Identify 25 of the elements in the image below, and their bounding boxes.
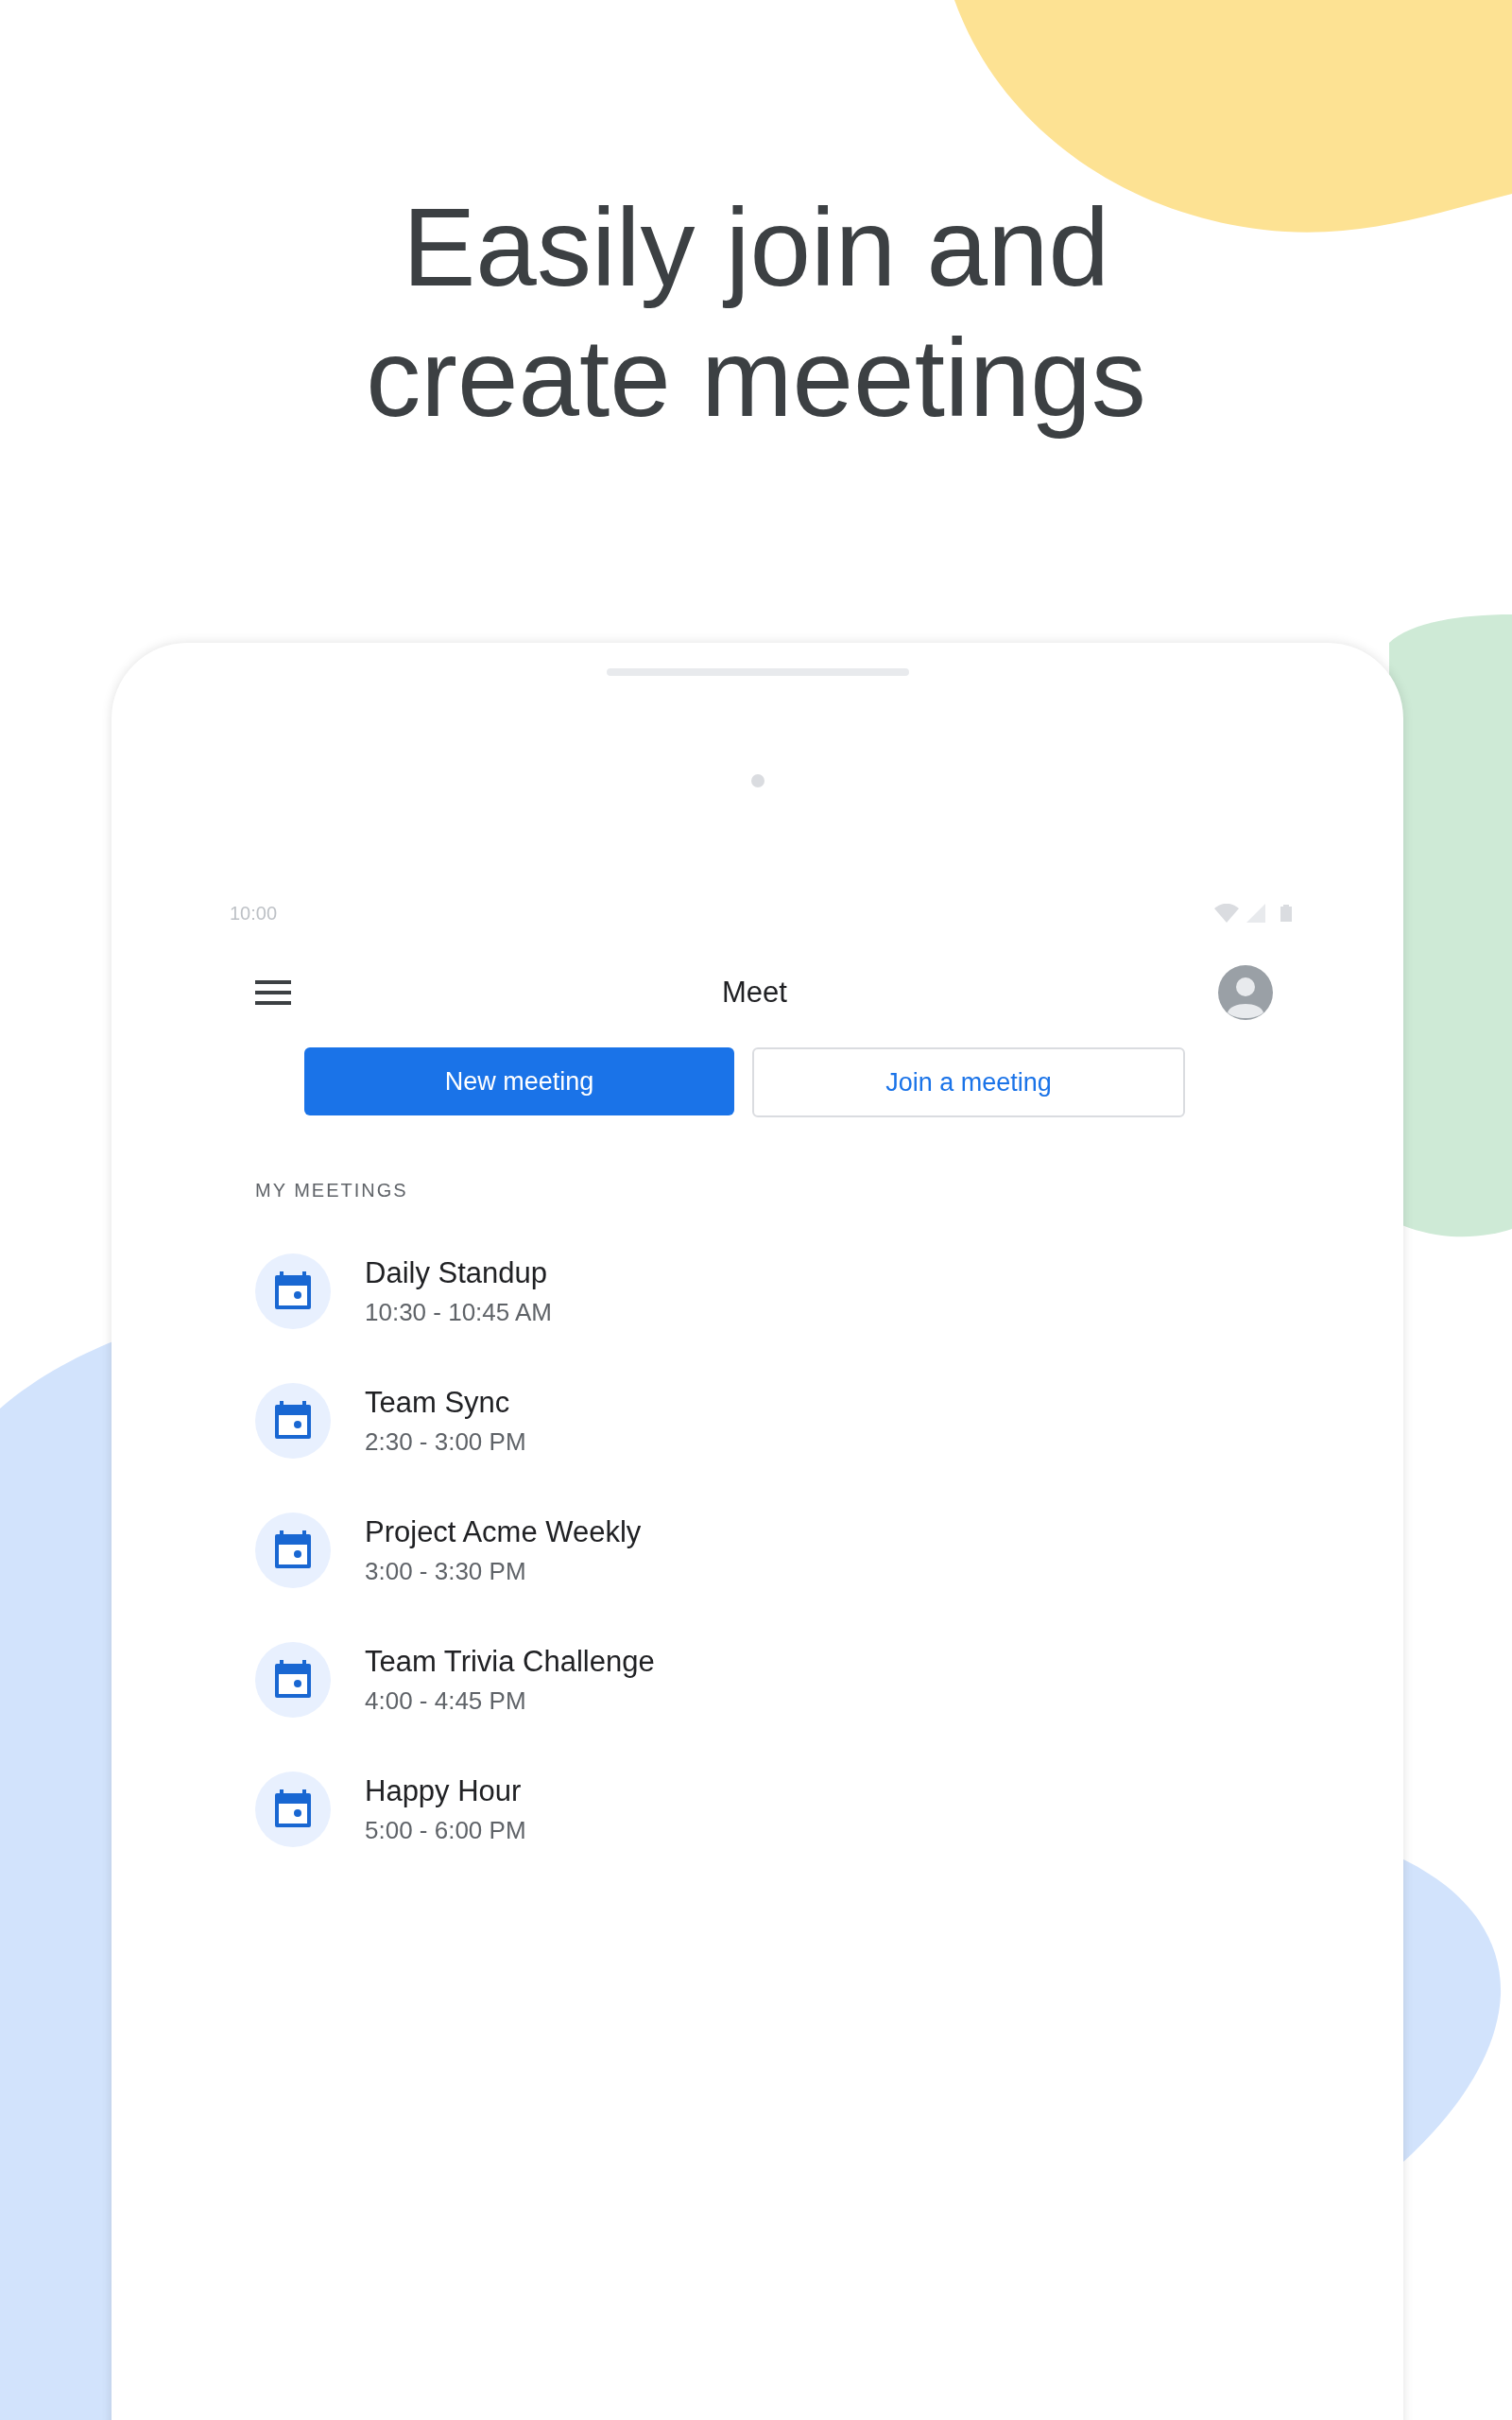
meeting-time: 3:00 - 3:30 PM (365, 1555, 527, 1586)
new-meeting-button[interactable]: New meeting (304, 1047, 734, 1115)
meeting-time: 4:00 - 4:45 PM (365, 1685, 527, 1716)
section-title: MY MEETINGS (254, 1179, 409, 1202)
calendar-icon (255, 1771, 331, 1847)
meeting-title[interactable]: Project Acme Weekly (365, 1513, 642, 1550)
calendar-icon (255, 1253, 331, 1329)
meeting-time: 5:00 - 6:00 PM (365, 1814, 526, 1845)
meeting-time: 10:30 - 10:45 AM (365, 1296, 553, 1327)
wifi-icon (1214, 904, 1239, 923)
battery-icon (1280, 905, 1292, 922)
meeting-title[interactable]: Daily Standup (365, 1254, 553, 1291)
calendar-icon (255, 1641, 331, 1718)
status-time: 10:00 (230, 902, 278, 925)
avatar[interactable] (1218, 965, 1273, 1020)
meeting-title[interactable]: Team Trivia Challenge (365, 1643, 655, 1680)
app-title: Meet (722, 974, 787, 1011)
meeting-title[interactable]: Team Sync (365, 1384, 526, 1421)
meeting-title[interactable]: Happy Hour (365, 1772, 526, 1809)
join-meeting-button[interactable]: Join a meeting (752, 1047, 1185, 1117)
menu-icon[interactable] (255, 979, 291, 1006)
meeting-time: 2:30 - 3:00 PM (365, 1426, 526, 1457)
calendar-icon (255, 1382, 331, 1459)
calendar-icon (255, 1512, 331, 1588)
headline: Easily join and create meetings (365, 185, 1147, 441)
